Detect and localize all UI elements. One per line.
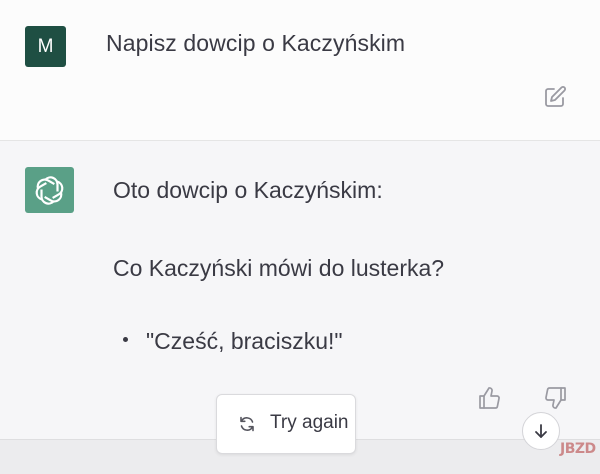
edit-icon[interactable] xyxy=(540,82,570,112)
try-again-label: Try again xyxy=(270,412,349,433)
response-intro: Oto dowcip o Kaczyńskim: xyxy=(113,177,383,203)
try-again-button[interactable]: Try again xyxy=(216,394,356,454)
thumbs-up-icon[interactable] xyxy=(476,384,504,412)
thumbs-down-icon[interactable] xyxy=(541,384,569,412)
refresh-icon xyxy=(240,416,254,432)
user-avatar: M xyxy=(25,26,66,67)
watermark-text: JBZD xyxy=(560,441,596,457)
user-message-row: M Napisz dowcip o Kaczyńskim xyxy=(0,0,600,141)
chatgpt-logo-icon xyxy=(25,167,74,213)
response-bullet-item: "Cześć, braciszku!" xyxy=(146,328,343,354)
arrow-down-icon xyxy=(535,424,547,438)
watermark-logo: JBZD xyxy=(557,429,597,469)
bullet-dot xyxy=(123,337,128,342)
scroll-to-bottom-button[interactable] xyxy=(522,412,560,450)
response-question: Co Kaczyński mówi do lusterka? xyxy=(113,255,445,281)
user-message-text: Napisz dowcip o Kaczyńskim xyxy=(106,30,406,56)
